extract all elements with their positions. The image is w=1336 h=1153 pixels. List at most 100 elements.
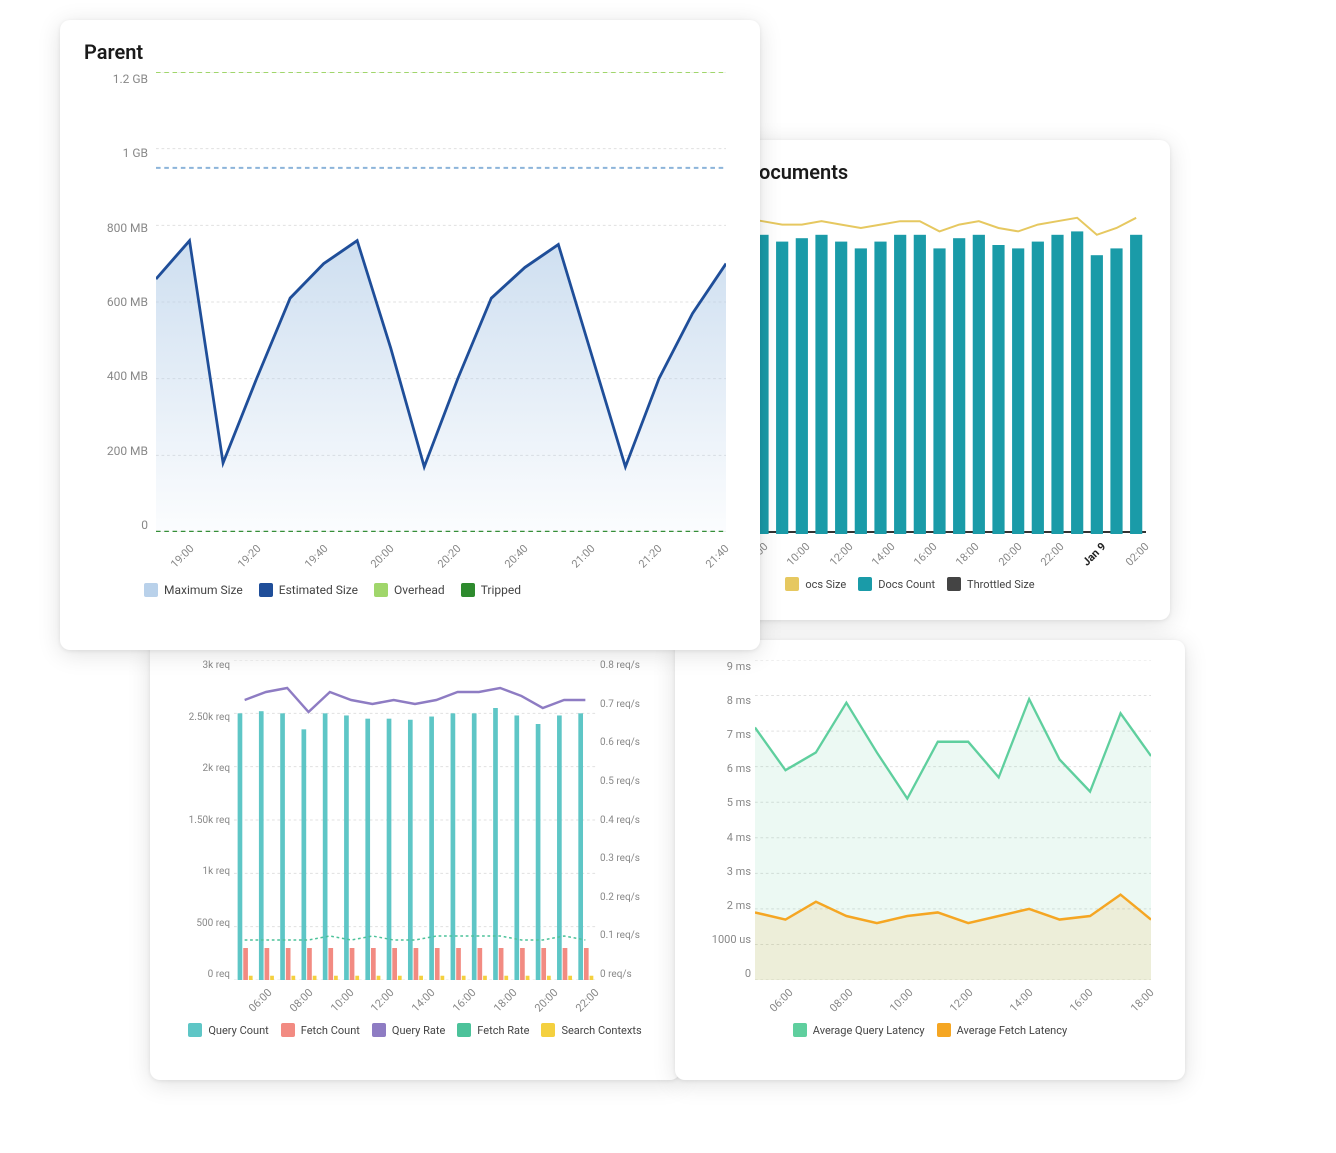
axis-tick: 600 MB	[107, 295, 148, 309]
axis-tick: 14:00	[869, 540, 898, 569]
chart-plot-latency: 9 ms8 ms7 ms6 ms5 ms4 ms3 ms2 ms1000 us0	[755, 660, 1151, 980]
axis-tick: 0.2 req/s	[600, 892, 640, 903]
x-axis-queries: 06:0008:0010:0012:0014:0016:0018:0020:00…	[234, 986, 596, 999]
axis-tick: 0	[141, 518, 148, 532]
axis-tick: 0.1 req/s	[600, 930, 640, 941]
legend-swatch	[144, 583, 158, 597]
axis-tick: 08:00	[827, 986, 856, 1015]
chart-card-queries: 3k req 2.50k req 2k req 1.50k req 1k req 500 …	[150, 640, 680, 1080]
legend-swatch	[461, 583, 475, 597]
chart-plot-parent: 1.2 GB1 GB800 MB600 MB400 MB200 MB0	[156, 72, 726, 532]
legend-queries: Query CountFetch CountQuery RateFetch Ra…	[174, 1023, 656, 1037]
x-axis-latency: 06:0008:0010:0012:0014:0016:0018:00	[755, 986, 1151, 999]
axis-tick: 21:40	[703, 542, 732, 571]
legend-label: Average Fetch Latency	[957, 1024, 1068, 1037]
chart-card-parent: Parent 1.2 GB1 GB800 MB600 MB400 MB200 M…	[60, 20, 760, 650]
axis-tick: 3k req	[203, 660, 230, 671]
legend-swatch	[858, 577, 872, 591]
axis-tick: 19:00	[168, 542, 197, 571]
axis-tick: 0 req	[208, 969, 230, 980]
y-axis-parent: 1.2 GB1 GB800 MB600 MB400 MB200 MB0	[84, 72, 148, 532]
legend-label: Maximum Size	[164, 583, 243, 597]
axis-tick: 08:00	[287, 986, 316, 1015]
legend-item: Throttled Size	[947, 577, 1035, 591]
legend-swatch	[541, 1023, 555, 1037]
axis-tick: 16:00	[1067, 986, 1096, 1015]
legend-label: Estimated Size	[279, 583, 358, 597]
axis-tick: 7 ms	[727, 728, 751, 741]
axis-tick: 20:00	[368, 542, 397, 571]
axis-tick: 1000 us	[712, 933, 751, 946]
legend-item: Tripped	[461, 583, 521, 597]
legend-item: Average Fetch Latency	[937, 1023, 1068, 1037]
axis-tick: 10:00	[784, 540, 813, 569]
axis-tick: 20:00	[532, 986, 561, 1015]
chart-title-parent: Parent	[84, 40, 736, 64]
axis-tick: 6 ms	[727, 762, 751, 775]
axis-tick: 06:00	[246, 986, 275, 1015]
axis-tick: 20:40	[502, 542, 531, 571]
axis-tick: 14:00	[409, 986, 438, 1015]
legend-label: Average Query Latency	[813, 1024, 925, 1037]
axis-tick: 12:00	[827, 540, 856, 569]
legend-swatch	[374, 583, 388, 597]
axis-tick: 22:00	[573, 986, 602, 1015]
axis-tick: 0 req/s	[600, 969, 632, 980]
axis-tick: 20:20	[435, 542, 464, 571]
legend-swatch	[372, 1023, 386, 1037]
legend-swatch	[259, 583, 273, 597]
axis-tick: 8 ms	[727, 694, 751, 707]
legend-item: Overhead	[374, 583, 445, 597]
legend-item: Maximum Size	[144, 583, 243, 597]
legend-item: Search Contexts	[541, 1023, 641, 1037]
legend-item: Estimated Size	[259, 583, 358, 597]
axis-tick: 14:00	[1007, 986, 1036, 1015]
axis-tick: 2k req	[203, 763, 230, 774]
axis-tick: 0.3 req/s	[600, 853, 640, 864]
axis-tick: 3 ms	[727, 865, 751, 878]
axis-tick: 22:00	[1038, 540, 1067, 569]
axis-tick: 1.2 GB	[113, 72, 148, 86]
axis-tick: 9 ms	[727, 660, 751, 673]
axis-tick: 18:00	[954, 540, 983, 569]
axis-tick: 0.6 req/s	[600, 737, 640, 748]
axis-tick: 2 ms	[727, 899, 751, 912]
axis-tick: 19:40	[302, 542, 331, 571]
legend-label: ocs Size	[805, 578, 846, 591]
legend-swatch	[785, 577, 799, 591]
axis-tick: 1k req	[203, 866, 230, 877]
legend-item: ocs Size	[785, 577, 846, 591]
axis-tick: 0.4 req/s	[600, 815, 640, 826]
legend-label: Search Contexts	[561, 1024, 641, 1037]
axis-tick: 21:20	[636, 542, 665, 571]
axis-tick: 1.50k req	[189, 815, 230, 826]
axis-tick: 0.7 req/s	[600, 699, 640, 710]
legend-label: Query Rate	[392, 1024, 445, 1037]
legend-swatch	[281, 1023, 295, 1037]
legend-swatch	[937, 1023, 951, 1037]
y-axis-right-queries: 0.8 req/s0.7 req/s0.6 req/s0.5 req/s0.4 …	[600, 660, 656, 980]
legend-swatch	[188, 1023, 202, 1037]
legend-label: Throttled Size	[967, 578, 1035, 591]
axis-tick: 12:00	[947, 986, 976, 1015]
legend-label: Fetch Rate	[477, 1024, 529, 1037]
axis-tick: 500 req	[196, 918, 230, 929]
axis-tick: 0	[745, 967, 751, 980]
legend-item: Query Count	[188, 1023, 268, 1037]
legend-label: Docs Count	[878, 578, 935, 591]
legend-swatch	[793, 1023, 807, 1037]
axis-tick: 21:00	[569, 542, 598, 571]
axis-tick: 2.50k req	[189, 712, 230, 723]
legend-label: Query Count	[208, 1024, 268, 1037]
axis-tick: 10:00	[887, 986, 916, 1015]
axis-tick: 4 ms	[727, 831, 751, 844]
legend-item: Average Query Latency	[793, 1023, 925, 1037]
axis-tick: 200 MB	[107, 444, 148, 458]
axis-tick: 1 GB	[123, 146, 148, 160]
axis-tick: 12:00	[368, 986, 397, 1015]
axis-tick: 0.8 req/s	[600, 660, 640, 671]
axis-tick: 16:00	[450, 986, 479, 1015]
legend-item: Fetch Rate	[457, 1023, 529, 1037]
axis-tick: 18:00	[1128, 986, 1157, 1015]
axis-tick: 5 ms	[727, 796, 751, 809]
